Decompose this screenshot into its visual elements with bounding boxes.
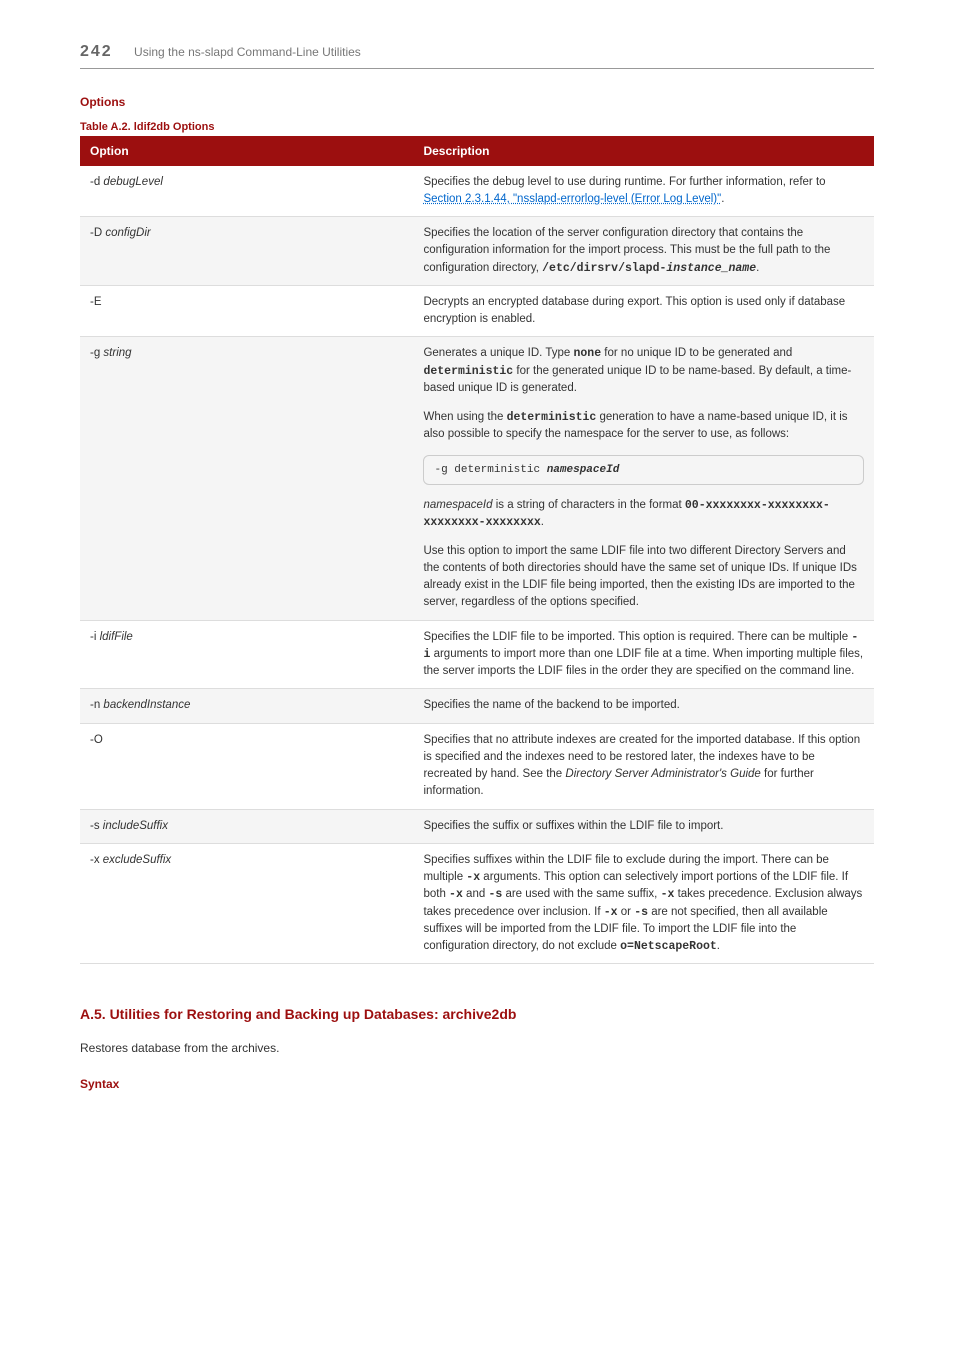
col-option-header: Option bbox=[80, 136, 413, 166]
table-row: -d debugLevel Specifies the debug level … bbox=[80, 166, 874, 217]
table-row: -E Decrypts an encrypted database during… bbox=[80, 285, 874, 337]
options-heading: Options bbox=[80, 93, 874, 111]
description-cell: Specifies the debug level to use during … bbox=[413, 166, 874, 217]
description-cell: Specifies the suffix or suffixes within … bbox=[413, 809, 874, 843]
table-row: -n backendInstance Specifies the name of… bbox=[80, 689, 874, 723]
page-number: 242 bbox=[80, 43, 113, 60]
option-cell: -i ldifFile bbox=[80, 620, 413, 689]
option-cell: -d debugLevel bbox=[80, 166, 413, 217]
description-cell: Decrypts an encrypted database during ex… bbox=[413, 285, 874, 337]
table-row: -i ldifFile Specifies the LDIF file to b… bbox=[80, 620, 874, 689]
option-cell: -g string bbox=[80, 337, 413, 620]
table-row: -O Specifies that no attribute indexes a… bbox=[80, 723, 874, 809]
running-title: Using the ns-slapd Command-Line Utilitie… bbox=[134, 45, 361, 59]
table-row: -g string Generates a unique ID. Type no… bbox=[80, 337, 874, 620]
description-cell: Specifies that no attribute indexes are … bbox=[413, 723, 874, 809]
description-cell: Specifies the name of the backend to be … bbox=[413, 689, 874, 723]
table-row: -D configDir Specifies the location of t… bbox=[80, 217, 874, 286]
section-link[interactable]: Section 2.3.1.44, "nsslapd-errorlog-leve… bbox=[423, 193, 721, 205]
option-cell: -O bbox=[80, 723, 413, 809]
option-cell: -n backendInstance bbox=[80, 689, 413, 723]
option-cell: -x excludeSuffix bbox=[80, 843, 413, 964]
description-cell: Specifies suffixes within the LDIF file … bbox=[413, 843, 874, 964]
option-cell: -E bbox=[80, 285, 413, 337]
col-description-header: Description bbox=[413, 136, 874, 166]
description-cell: Specifies the LDIF file to be imported. … bbox=[413, 620, 874, 689]
syntax-heading: Syntax bbox=[80, 1075, 874, 1093]
table-caption: Table A.2. ldif2db Options bbox=[80, 119, 874, 136]
table-row: -s includeSuffix Specifies the suffix or… bbox=[80, 809, 874, 843]
code-example: -g deterministic namespaceId bbox=[423, 455, 864, 486]
option-cell: -s includeSuffix bbox=[80, 809, 413, 843]
page-header: 242 Using the ns-slapd Command-Line Util… bbox=[80, 40, 874, 69]
section-a5-body: Restores database from the archives. bbox=[80, 1039, 874, 1057]
table-row: -x excludeSuffix Specifies suffixes with… bbox=[80, 843, 874, 964]
option-cell: -D configDir bbox=[80, 217, 413, 286]
description-cell: Specifies the location of the server con… bbox=[413, 217, 874, 286]
description-cell: Generates a unique ID. Type none for no … bbox=[413, 337, 874, 620]
section-a5-title: A.5. Utilities for Restoring and Backing… bbox=[80, 1004, 874, 1025]
options-table: Option Description -d debugLevel Specifi… bbox=[80, 136, 874, 965]
